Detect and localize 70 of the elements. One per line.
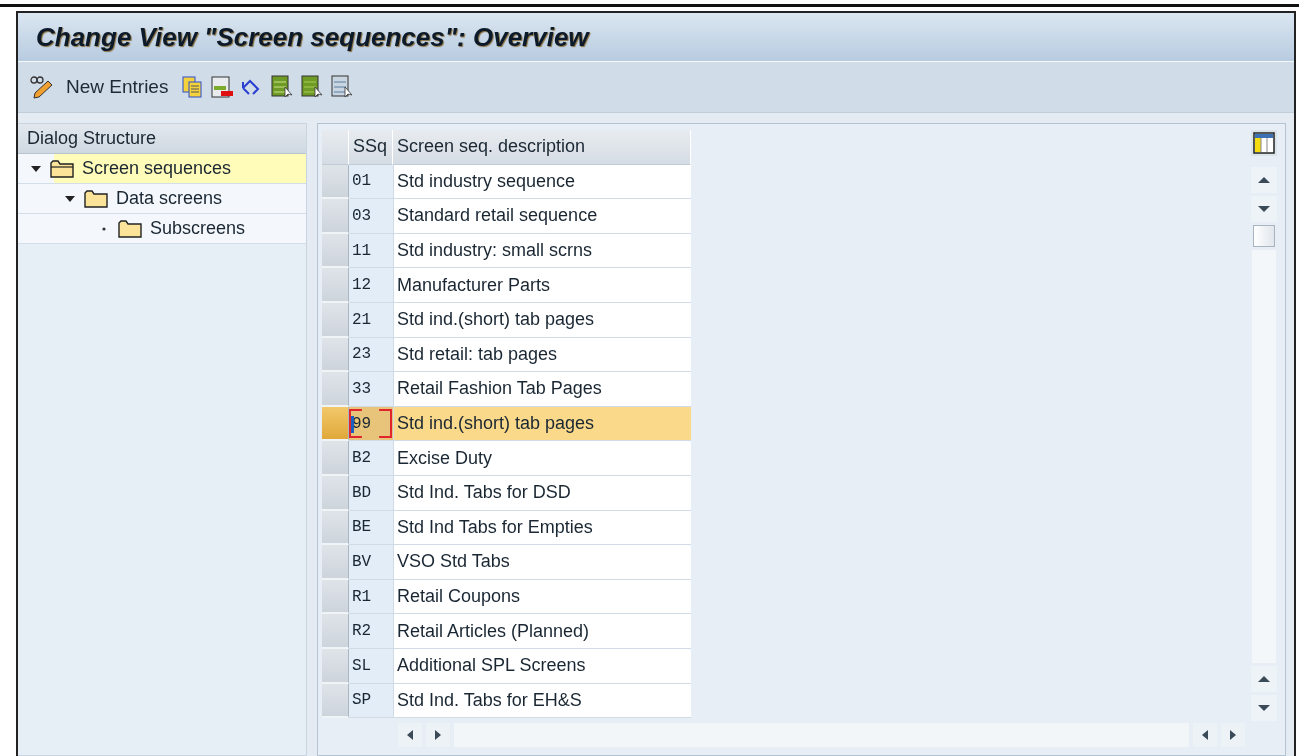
new-entries-button[interactable]: New Entries	[60, 76, 175, 98]
expand-arrow-icon[interactable]	[30, 163, 42, 174]
tree-label: Data screens	[116, 188, 224, 209]
scroll-down-button[interactable]	[1251, 196, 1277, 222]
scroll-right-button[interactable]	[1221, 723, 1245, 747]
scroll-left-button[interactable]	[1193, 723, 1217, 747]
scroll-up-button[interactable]	[1251, 666, 1277, 692]
table-cell[interactable]: SL	[349, 648, 393, 684]
folder-icon	[118, 219, 142, 238]
table-cell[interactable]: Std Ind Tabs for Empties	[393, 510, 691, 546]
down-arrow-icon[interactable]	[1257, 205, 1271, 213]
table-cell[interactable]: Additional SPL Screens	[393, 648, 691, 684]
table-cell[interactable]: Std retail: tab pages	[393, 337, 691, 373]
down-arrow-icon[interactable]	[1257, 704, 1271, 712]
right-arrow-icon[interactable]	[434, 729, 442, 741]
table-cell[interactable]: 23	[349, 337, 393, 373]
scroll-right-button[interactable]	[426, 723, 450, 747]
left-arrow-icon[interactable]	[406, 729, 414, 741]
panel-header: Dialog Structure	[18, 124, 306, 154]
right-arrow-icon[interactable]	[1229, 729, 1237, 741]
column-header[interactable]: Screen seq. description	[393, 130, 691, 165]
table-cell[interactable]: R1	[349, 579, 393, 615]
table-cell[interactable]: Std ind.(short) tab pages	[393, 406, 691, 442]
table-cell[interactable]: Std industry sequence	[393, 164, 691, 200]
table-cell[interactable]: Std Ind. Tabs for DSD	[393, 475, 691, 511]
table-cell[interactable]: BV	[349, 545, 393, 580]
table-cell[interactable]: BD	[349, 475, 393, 511]
table-cell[interactable]: Retail Fashion Tab Pages	[393, 372, 691, 407]
table-cell[interactable]: 11	[349, 233, 393, 269]
table-cell[interactable]: 21	[349, 302, 393, 338]
scroll-left-button[interactable]	[398, 723, 422, 747]
table-cell[interactable]: Standard retail sequence	[393, 199, 691, 234]
left-arrow-icon[interactable]	[1201, 729, 1209, 741]
scroll-thumb[interactable]	[1253, 225, 1275, 247]
scroll-down-button[interactable]	[1251, 695, 1277, 721]
table-cell[interactable]: SP	[349, 683, 393, 719]
window-title: Change View "Screen sequences": Overview	[36, 21, 589, 53]
table-cell[interactable]: 33	[349, 372, 393, 407]
up-arrow-icon[interactable]	[1257, 675, 1271, 683]
table-cell[interactable]: BE	[349, 510, 393, 546]
table-cell[interactable]: 99	[349, 406, 393, 442]
deselect-all-icon[interactable]	[330, 75, 355, 99]
table-cell[interactable]: Manufacturer Parts	[393, 268, 691, 303]
table-cell[interactable]: Std industry: small scrns	[393, 233, 691, 269]
table-cell[interactable]: Std ind.(short) tab pages	[393, 302, 691, 338]
delete-row-icon[interactable]	[210, 75, 235, 99]
table-cell[interactable]: Excise Duty	[393, 441, 691, 476]
column-settings-button[interactable]	[1251, 130, 1277, 156]
select-all-icon[interactable]	[270, 75, 295, 99]
tree-label: Screen sequences	[82, 158, 233, 179]
expand-arrow-icon[interactable]	[64, 193, 76, 204]
pencil-icon[interactable]	[28, 75, 54, 99]
up-arrow-icon[interactable]	[1257, 176, 1271, 184]
select-block-icon[interactable]	[300, 75, 325, 99]
table-cell[interactable]: 01	[349, 164, 393, 200]
tree-label: Subscreens	[150, 218, 247, 239]
table-cell[interactable]: 12	[349, 268, 393, 303]
folder-icon	[84, 189, 108, 208]
column-header[interactable]: SSq	[349, 130, 393, 165]
table-cell[interactable]: B2	[349, 441, 393, 476]
tree-item[interactable]: Data screens	[18, 184, 306, 213]
table-cell[interactable]: Retail Coupons	[393, 579, 691, 615]
table-cell[interactable]: R2	[349, 614, 393, 649]
folder-icon	[50, 159, 74, 178]
scroll-up-button[interactable]	[1251, 167, 1277, 193]
table-cell[interactable]: Retail Articles (Planned)	[393, 614, 691, 649]
tree-item[interactable]: Subscreens	[18, 214, 306, 243]
table-cell[interactable]: 03	[349, 199, 393, 234]
table-cell[interactable]: VSO Std Tabs	[393, 545, 691, 580]
table-cell[interactable]: Std Ind. Tabs for EH&S	[393, 683, 691, 719]
